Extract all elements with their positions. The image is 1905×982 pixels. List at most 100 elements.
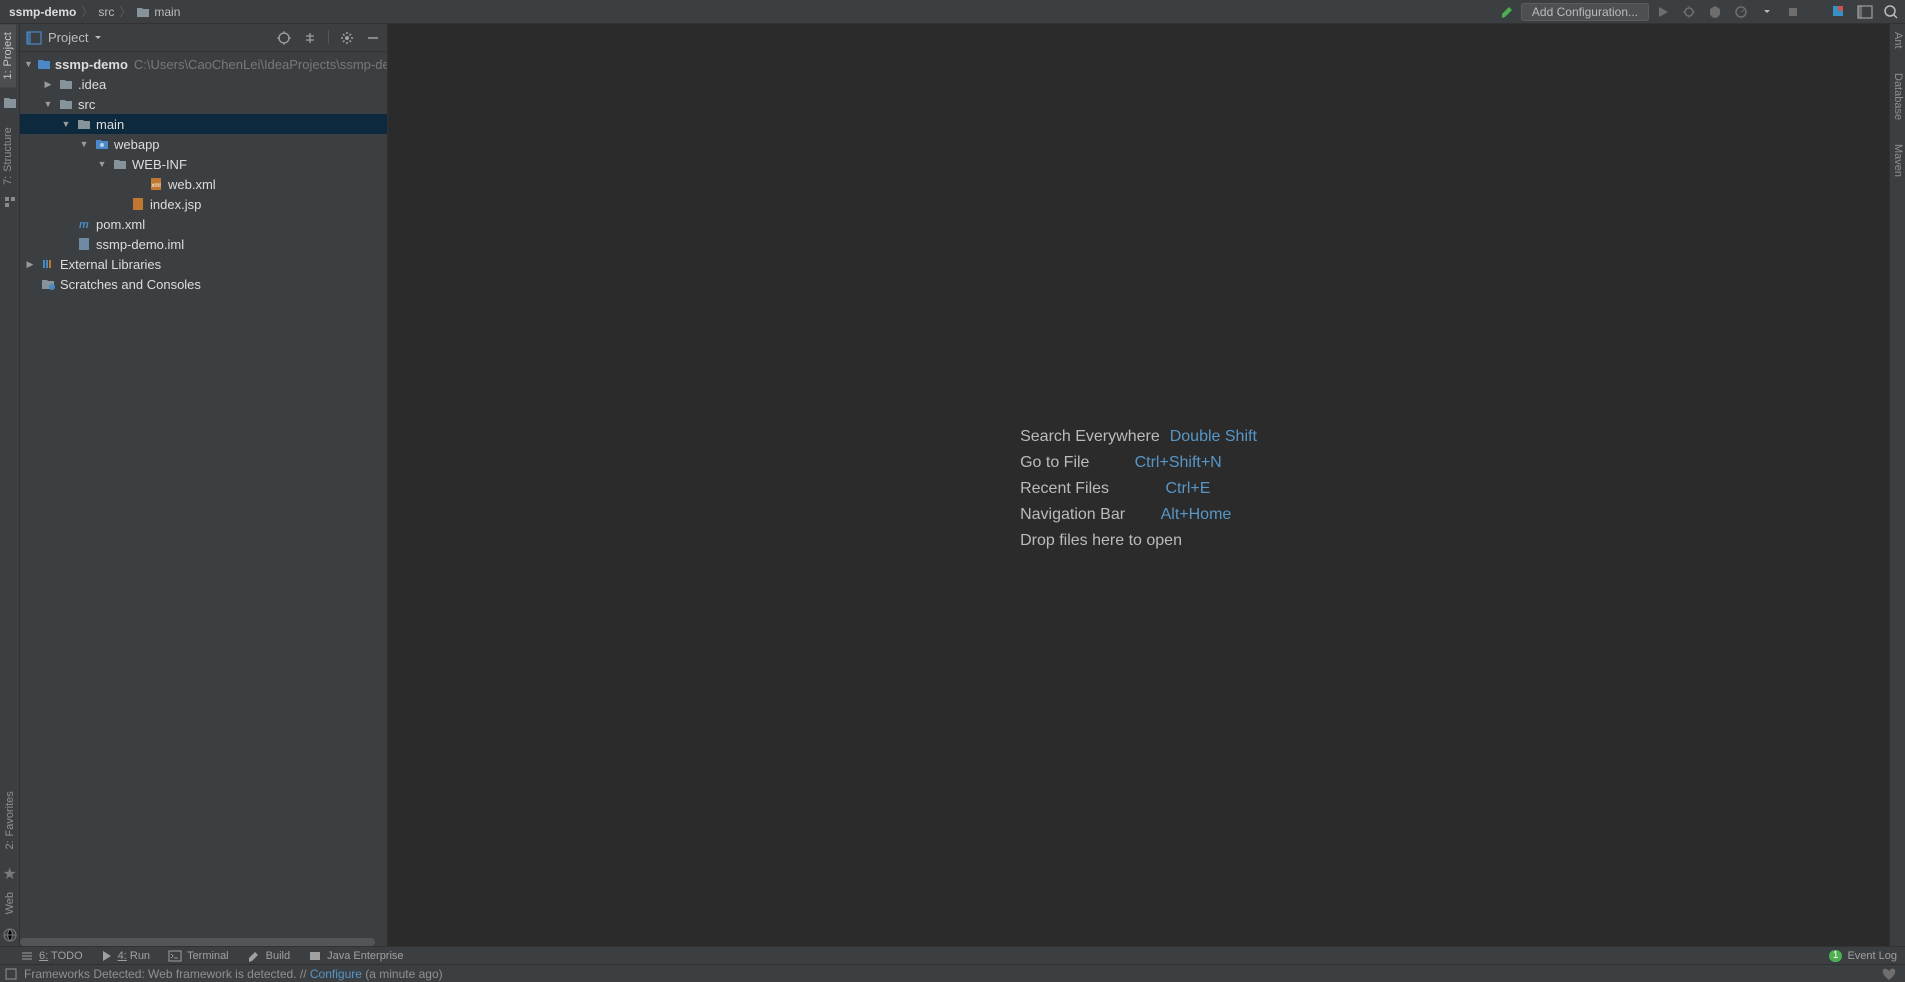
debug-icon[interactable] [1681, 4, 1697, 20]
heart-icon[interactable] [1881, 967, 1905, 981]
tool-tab-project[interactable]: 1: Project [0, 24, 16, 87]
expand-arrow-icon[interactable]: ▶ [42, 79, 54, 90]
tool-btn-build[interactable]: Build [247, 949, 290, 963]
tip-row: Search Everywhere Double Shift [1020, 428, 1257, 446]
bottom-tool-stripe: 6: TODO 4: Run Terminal Build Java Enter… [0, 946, 1905, 964]
breadcrumb[interactable]: ssmp-demo 〉 src 〉 main [6, 3, 183, 20]
profile-icon[interactable] [1733, 4, 1749, 20]
maven-icon: m [76, 217, 92, 231]
hide-icon[interactable] [365, 30, 381, 46]
tree-node-file[interactable]: xml web.xml [20, 174, 387, 194]
jsp-file-icon [130, 197, 146, 211]
breadcrumb-root[interactable]: ssmp-demo [6, 5, 79, 19]
locate-icon[interactable] [276, 30, 292, 46]
tool-btn-run[interactable]: 4: Run [101, 950, 150, 962]
collapse-arrow-icon[interactable]: ▼ [24, 59, 33, 69]
collapse-arrow-icon[interactable]: ▼ [42, 99, 54, 109]
navigation-bar: ssmp-demo 〉 src 〉 main Add Configuration… [0, 0, 1905, 24]
tree-node-selected[interactable]: ▼ main [20, 114, 387, 134]
tree-node[interactable]: ▶ .idea [20, 74, 387, 94]
svg-text:xml: xml [151, 183, 160, 189]
project-tree[interactable]: ▼ ssmp-demo C:\Users\CaoChenLei\IdeaProj… [20, 52, 387, 946]
folder-icon [136, 6, 150, 18]
project-tool-window: Project ▼ ssmp-demo C:\Users\CaoChenLei\… [20, 24, 388, 946]
project-panel-header: Project [20, 24, 387, 52]
breadcrumb-sep-icon: 〉 [81, 3, 93, 20]
gear-icon[interactable] [339, 30, 355, 46]
left-tool-stripe: 1: Project 7: Structure 2: Favorites ★ W… [0, 24, 20, 946]
editor-empty-state[interactable]: Search Everywhere Double Shift Go to Fil… [388, 24, 1889, 946]
hammer-build-icon[interactable] [1499, 4, 1515, 20]
tree-node[interactable]: ▼ WEB-INF [20, 154, 387, 174]
tree-node[interactable]: Scratches and Consoles [20, 274, 387, 294]
tool-tab-web[interactable]: Web [2, 884, 18, 922]
expand-all-icon[interactable] [302, 30, 318, 46]
tool-btn-java-enterprise[interactable]: Java Enterprise [308, 950, 403, 962]
welcome-tips: Search Everywhere Double Shift Go to Fil… [1020, 420, 1257, 550]
project-panel-title[interactable]: Project [48, 30, 102, 45]
tool-btn-todo[interactable]: 6: TODO [20, 950, 83, 962]
project-view-icon [26, 31, 42, 45]
tip-label: Recent Files [1020, 480, 1155, 498]
collapse-arrow-icon[interactable]: ▼ [96, 159, 108, 169]
tree-node-label: web.xml [168, 177, 216, 192]
status-configure-link[interactable]: Configure [310, 967, 362, 981]
folder-icon [58, 78, 74, 90]
expand-arrow-icon[interactable]: ▶ [24, 259, 36, 270]
xml-file-icon: xml [148, 177, 164, 191]
breadcrumb-item[interactable]: src [95, 5, 117, 19]
tree-node[interactable]: ▼ webapp [20, 134, 387, 154]
tree-node-label: src [78, 97, 95, 112]
layout-icon[interactable] [1857, 4, 1873, 20]
stop-icon[interactable] [1785, 4, 1801, 20]
coverage-icon[interactable] [1707, 4, 1723, 20]
tool-tab-database[interactable]: Database [1890, 65, 1905, 128]
add-configuration-button[interactable]: Add Configuration... [1521, 3, 1649, 21]
search-icon[interactable] [1883, 4, 1899, 20]
tip-label: Navigation Bar [1020, 506, 1151, 524]
collapse-arrow-icon[interactable]: ▼ [60, 119, 72, 129]
breadcrumb-sep-icon: 〉 [119, 3, 131, 20]
status-bar: Frameworks Detected: Web framework is de… [0, 964, 1905, 982]
run-icon[interactable] [1655, 4, 1671, 20]
tree-node-label: WEB-INF [132, 157, 187, 172]
tree-node-file[interactable]: index.jsp [20, 194, 387, 214]
tip-row: Recent Files Ctrl+E [1020, 480, 1257, 498]
tip-shortcut: Ctrl+E [1166, 480, 1257, 498]
tool-btn-terminal[interactable]: Terminal [168, 950, 229, 962]
tree-node[interactable]: ▶ External Libraries [20, 254, 387, 274]
svg-text:m: m [79, 219, 89, 231]
tree-node-label: .idea [78, 77, 106, 92]
tool-btn-event-log[interactable]: 1 Event Log [1829, 950, 1897, 962]
tool-tab-structure[interactable]: 7: Structure [0, 119, 16, 193]
tool-windows-icon[interactable] [4, 967, 18, 981]
star-icon: ★ [3, 864, 17, 878]
project-panel-title-label: Project [48, 30, 88, 45]
tool-tab-maven[interactable]: Maven [1890, 136, 1905, 185]
tree-node-path: C:\Users\CaoChenLei\IdeaProjects\ssmp-de… [134, 57, 387, 72]
tip-row: Go to File Ctrl+Shift+N [1020, 454, 1257, 472]
chevron-down-icon [94, 34, 102, 42]
tree-node-file[interactable]: ssmp-demo.iml [20, 234, 387, 254]
collapse-arrow-icon[interactable]: ▼ [78, 139, 90, 149]
tool-tab-favorites[interactable]: 2: Favorites [2, 783, 18, 857]
tool-tab-ant[interactable]: Ant [1890, 24, 1905, 57]
tree-node-label: ssmp-demo [55, 57, 128, 72]
run-toolbar [1655, 4, 1899, 20]
tree-node-file[interactable]: m pom.xml [20, 214, 387, 234]
tip-shortcut: Ctrl+Shift+N [1135, 454, 1257, 472]
breadcrumb-item[interactable]: main [133, 5, 183, 19]
drop-hint: Drop files here to open [1020, 532, 1257, 550]
folder-icon [76, 118, 92, 130]
tree-node-label: main [96, 117, 124, 132]
toolbar-actions: Add Configuration... [1499, 3, 1899, 21]
tip-label: Search Everywhere [1020, 428, 1160, 446]
git-icon[interactable] [1831, 4, 1847, 20]
tree-root-node[interactable]: ▼ ssmp-demo C:\Users\CaoChenLei\IdeaProj… [20, 54, 387, 74]
tree-node-label: webapp [114, 137, 160, 152]
tip-row: Navigation Bar Alt+Home [1020, 506, 1257, 524]
tree-node[interactable]: ▼ src [20, 94, 387, 114]
event-badge: 1 [1829, 950, 1843, 962]
chevron-down-icon[interactable] [1759, 4, 1775, 20]
horizontal-scrollbar[interactable] [20, 938, 375, 946]
